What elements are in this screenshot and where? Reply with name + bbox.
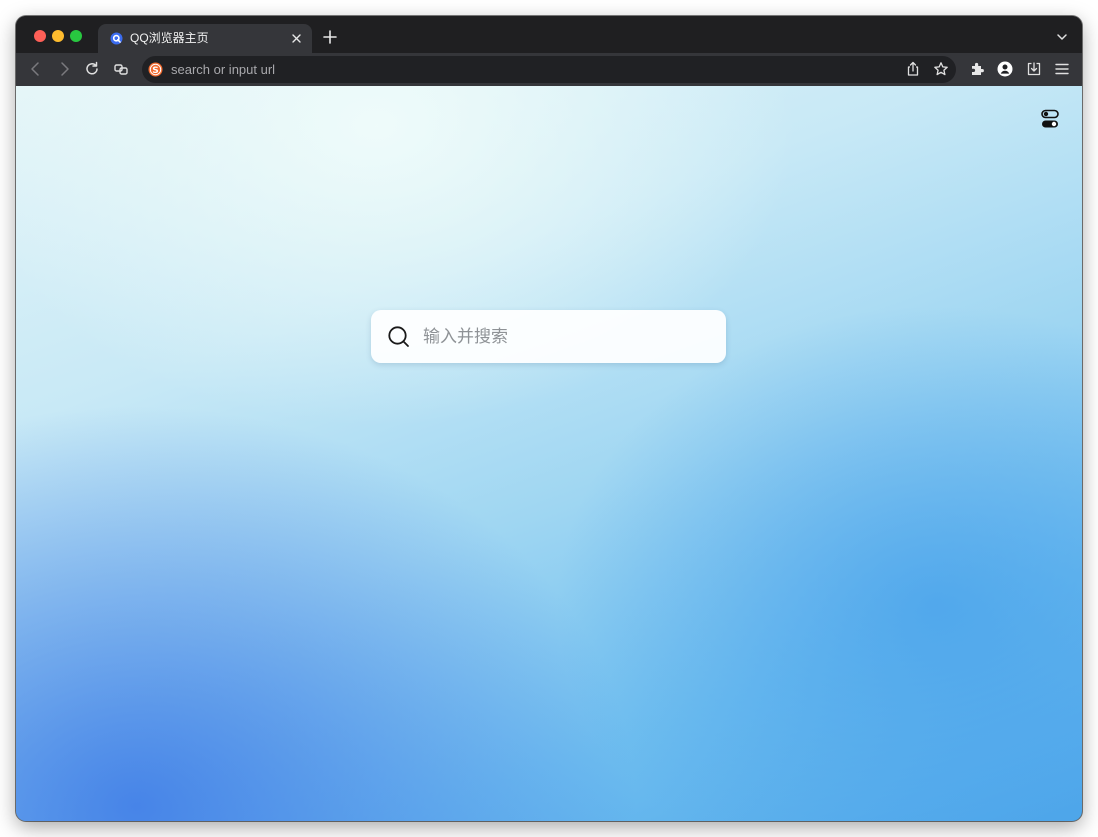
maximize-window-button[interactable] xyxy=(70,30,82,42)
chevron-down-icon[interactable] xyxy=(1056,32,1068,42)
address-bar[interactable]: S search or input url xyxy=(142,56,956,83)
search-icon xyxy=(388,326,409,347)
reload-icon[interactable] xyxy=(84,61,100,77)
search-box[interactable] xyxy=(371,310,726,363)
close-tab-icon[interactable] xyxy=(290,32,303,45)
minimize-window-button[interactable] xyxy=(52,30,64,42)
sogou-icon: S xyxy=(148,62,163,77)
new-tab-icon[interactable] xyxy=(323,30,337,44)
profile-avatar-icon[interactable] xyxy=(997,61,1013,77)
close-window-button[interactable] xyxy=(34,30,46,42)
toggle-icon[interactable] xyxy=(1041,109,1059,129)
tab-switch-icon[interactable] xyxy=(113,61,129,77)
address-bar-placeholder: search or input url xyxy=(171,62,276,77)
bookmark-star-icon[interactable] xyxy=(933,61,949,77)
share-icon[interactable] xyxy=(905,61,921,77)
tab-title: QQ浏览器主页 xyxy=(130,31,209,45)
tab-qq-browser-home[interactable]: QQ浏览器主页 xyxy=(98,24,312,53)
menu-icon[interactable] xyxy=(1054,61,1070,77)
toolbar: S search or input url xyxy=(16,53,1082,87)
extensions-icon[interactable] xyxy=(969,61,985,77)
new-tab-page xyxy=(16,86,1082,821)
svg-text:S: S xyxy=(152,66,158,76)
forward-icon[interactable] xyxy=(56,61,72,77)
browser-window: QQ浏览器主页 S search or input url 输入并搜索 xyxy=(16,16,1082,821)
download-icon[interactable] xyxy=(1026,61,1042,77)
search-input[interactable] xyxy=(423,324,703,350)
back-icon[interactable] xyxy=(28,61,44,77)
qq-browser-icon xyxy=(110,32,123,45)
tab-strip: QQ浏览器主页 xyxy=(16,16,1082,53)
